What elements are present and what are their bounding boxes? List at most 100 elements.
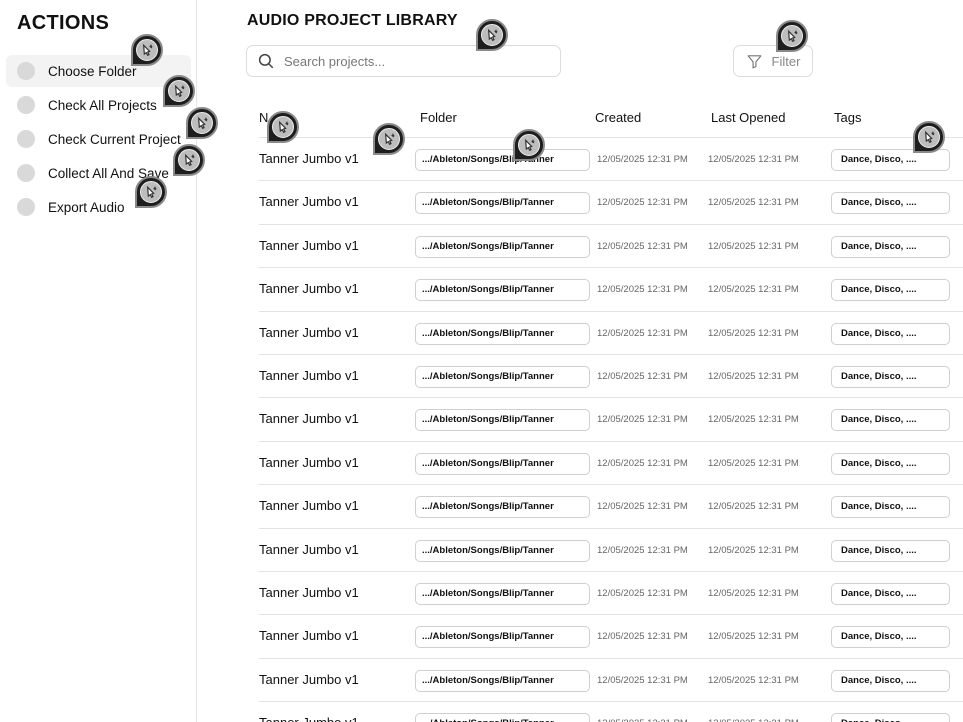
table-body: Tanner Jumbo v1 .../Ableton/Songs/Blip/Ta… [259,138,963,722]
folder-path[interactable]: .../Ableton/Songs/Blip/Tanner [415,626,590,649]
table-row[interactable]: Tanner Jumbo v1 .../Ableton/Songs/Blip/Ta… [259,355,963,399]
table-row[interactable]: Tanner Jumbo v1 .../Ableton/Songs/Blip/Ta… [259,572,963,616]
project-name: Tanner Jumbo v1 [259,194,359,210]
sidebar: ACTIONS Choose Folder Check All Projects… [0,0,197,722]
marker-face-icon [518,134,540,156]
tags-field[interactable]: Dance, Disco, .... [831,192,950,215]
folder-path[interactable]: .../Ableton/Songs/Blip/Tanner [415,192,590,215]
radio-dot-icon [17,198,35,216]
table-row[interactable]: Tanner Jumbo v1 .../Ableton/Songs/Blip/Ta… [259,702,963,722]
tags-field[interactable]: Dance, Disco, .... [831,235,950,258]
last-opened-date: 12/05/2025 12:31 PM [708,718,799,722]
project-name: Tanner Jumbo v1 [259,411,359,427]
project-name: Tanner Jumbo v1 [259,151,359,166]
folder-path[interactable]: .../Ableton/Songs/Blip/Tanner [415,279,590,302]
folder-path[interactable]: .../Ableton/Songs/Blip/Tanner [415,582,590,605]
created-date: 12/05/2025 12:31 PM [597,240,688,252]
project-name: Tanner Jumbo v1 [259,671,359,687]
column-header-folder[interactable]: Folder [420,110,457,125]
created-date: 12/05/2025 12:31 PM [597,674,688,686]
tags-field[interactable]: Dance, Disco, .... [831,582,950,605]
action-check-current-project[interactable]: Check Current Project [6,123,191,155]
last-opened-date: 12/05/2025 12:31 PM [708,370,799,382]
cursor-marker-icon [913,121,945,153]
table-row[interactable]: Tanner Jumbo v1 .../Ableton/Songs/Blip/Ta… [259,268,963,312]
tags-field[interactable]: Dance, Disco, .... [831,669,950,692]
last-opened-date: 12/05/2025 12:31 PM [708,457,799,469]
tags-field[interactable]: Dance, Disco, .... [831,365,950,388]
project-name: Tanner Jumbo v1 [259,237,359,253]
created-date: 12/05/2025 12:31 PM [597,327,688,339]
project-name: Tanner Jumbo v1 [259,628,359,644]
folder-path[interactable]: .../Ableton/Songs/Blip/Tanner [415,669,590,692]
main-panel: AUDIO PROJECT LIBRARY Filter N Folder Cr… [197,0,963,722]
last-opened-date: 12/05/2025 12:31 PM [708,414,799,426]
created-date: 12/05/2025 12:31 PM [597,197,688,209]
project-name: Tanner Jumbo v1 [259,584,359,600]
tags-field[interactable]: Dance, Disco, .... [831,496,950,519]
search-icon [258,53,274,69]
column-header-created[interactable]: Created [595,110,641,125]
column-header-tags[interactable]: Tags [834,110,861,125]
table-row[interactable]: Tanner Jumbo v1 .../Ableton/Songs/Blip/Ta… [259,181,963,225]
marker-face-icon [140,181,162,203]
folder-path[interactable]: .../Ableton/Songs/Blip/Tanner [415,713,590,722]
marker-face-icon [272,116,294,138]
search-box[interactable] [246,45,561,77]
table-row[interactable]: Tanner Jumbo v1 .../Ableton/Songs/Blip/Ta… [259,529,963,572]
marker-face-icon [191,112,213,134]
table-row[interactable]: Tanner Jumbo v1 .../Ableton/Songs/Blip/Ta… [259,485,963,529]
radio-dot-icon [17,164,35,182]
action-label: Export Audio [48,199,125,215]
page-title: AUDIO PROJECT LIBRARY [247,12,458,29]
project-name: Tanner Jumbo v1 [259,281,359,297]
project-name: Tanner Jumbo v1 [259,324,359,340]
table-row[interactable]: Tanner Jumbo v1 .../Ableton/Songs/Blip/Ta… [259,225,963,269]
created-date: 12/05/2025 12:31 PM [597,544,688,556]
cursor-marker-icon [131,34,163,66]
tags-field[interactable]: Dance, Disco, .... [831,452,950,475]
cursor-marker-icon [776,20,808,52]
folder-path[interactable]: .../Ableton/Songs/Blip/Tanner [415,452,590,475]
table-row[interactable]: Tanner Jumbo v1 .../Ableton/Songs/Blip/Ta… [259,659,963,703]
column-header-last-opened[interactable]: Last Opened [711,110,785,125]
tags-field[interactable]: Dance, Disco, .... [831,539,950,562]
search-input[interactable] [284,53,544,69]
folder-path[interactable]: .../Ableton/Songs/Blip/Tanner [415,496,590,519]
cursor-marker-icon [186,107,218,139]
action-label: Check All Projects [48,97,157,113]
folder-path[interactable]: .../Ableton/Songs/Blip/Tanner [415,539,590,562]
tags-field[interactable]: Dance, Disco, .... [831,713,950,722]
created-date: 12/05/2025 12:31 PM [597,718,688,722]
table-row[interactable]: Tanner Jumbo v1 .../Ableton/Songs/Blip/Ta… [259,442,963,486]
last-opened-date: 12/05/2025 12:31 PM [708,327,799,339]
project-name: Tanner Jumbo v1 [259,498,359,514]
marker-face-icon [136,39,158,61]
project-name: Tanner Jumbo v1 [259,715,359,722]
tags-field[interactable]: Dance, Disco, .... [831,279,950,302]
folder-path[interactable]: .../Ableton/Songs/Blip/Tanner [415,322,590,345]
created-date: 12/05/2025 12:31 PM [597,154,688,165]
table-row[interactable]: Tanner Jumbo v1 .../Ableton/Songs/Blip/Ta… [259,398,963,442]
folder-path[interactable]: .../Ableton/Songs/Blip/Tanner [415,149,590,171]
table-row[interactable]: Tanner Jumbo v1 .../Ableton/Songs/Blip/Ta… [259,312,963,355]
created-date: 12/05/2025 12:31 PM [597,414,688,426]
tags-field[interactable]: Dance, Disco, .... [831,322,950,345]
cursor-marker-icon [163,75,195,107]
folder-path[interactable]: .../Ableton/Songs/Blip/Tanner [415,235,590,258]
folder-path[interactable]: .../Ableton/Songs/Blip/Tanner [415,409,590,432]
table-row[interactable]: Tanner Jumbo v1 .../Ableton/Songs/Blip/Ta… [259,615,963,659]
tags-field[interactable]: Dance, Disco, .... [831,626,950,649]
filter-button[interactable]: Filter [733,45,813,77]
last-opened-date: 12/05/2025 12:31 PM [708,544,799,556]
table-row[interactable]: Tanner Jumbo v1 .../Ableton/Songs/Blip/Ta… [259,138,963,182]
cursor-marker-icon [135,176,167,208]
cursor-marker-icon [267,111,299,143]
cursor-marker-icon [373,123,405,155]
last-opened-date: 12/05/2025 12:31 PM [708,240,799,252]
tags-field[interactable]: Dance, Disco, .... [831,409,950,432]
folder-path[interactable]: .../Ableton/Songs/Blip/Tanner [415,365,590,388]
last-opened-date: 12/05/2025 12:31 PM [708,197,799,209]
last-opened-date: 12/05/2025 12:31 PM [708,501,799,513]
action-choose-folder[interactable]: Choose Folder [6,55,191,87]
